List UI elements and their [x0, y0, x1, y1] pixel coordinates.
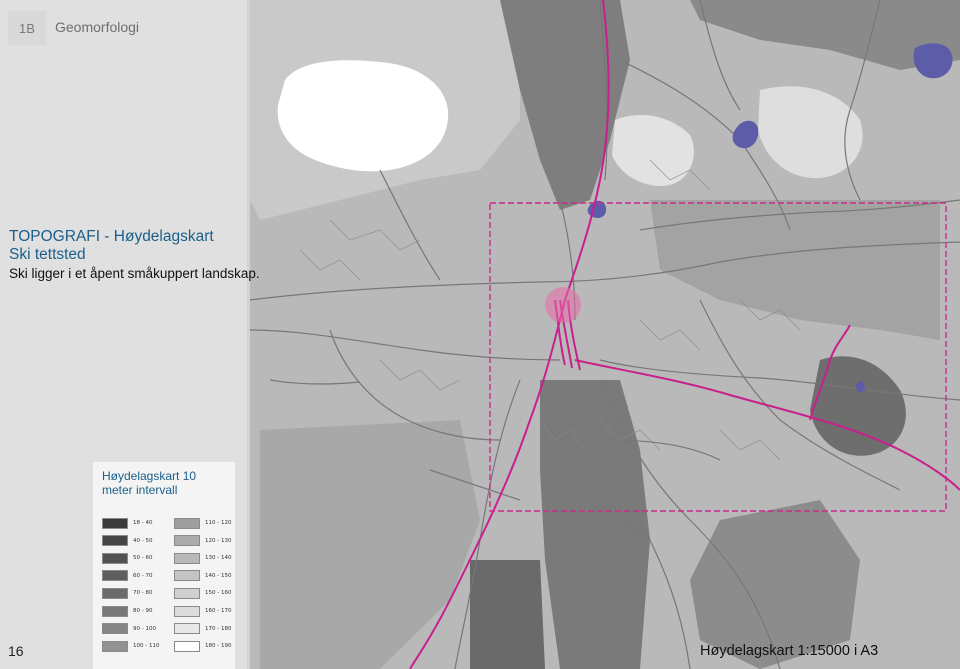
legend-swatch — [174, 623, 200, 635]
legend-label: 140 - 150 — [205, 572, 232, 579]
page-number: 16 — [8, 643, 24, 659]
legend-swatch — [102, 587, 128, 599]
legend-item: 160 - 170 — [174, 605, 231, 617]
map-scale-label: Høydelagskart 1:15000 i A3 — [700, 643, 879, 659]
legend-swatch — [174, 640, 200, 652]
legend-label: 150 - 160 — [205, 590, 232, 597]
legend-label: 50 - 60 — [133, 555, 153, 562]
legend-label: 120 - 130 — [205, 537, 232, 544]
elevation-legend: Høydelagskart 10 meter intervall 18 - 40… — [93, 462, 235, 669]
legend-label: 130 - 140 — [205, 555, 232, 562]
legend-item: 80 - 90 — [102, 605, 152, 617]
legend-swatch — [174, 587, 200, 599]
legend-swatch — [174, 535, 200, 547]
legend-label: 18 - 40 — [133, 520, 153, 526]
legend-swatch — [102, 535, 128, 547]
legend-swatch — [102, 640, 128, 652]
legend-item: 60 - 70 — [102, 570, 152, 582]
station-marker — [545, 287, 581, 323]
legend-item: 180 - 190 — [174, 640, 231, 652]
legend-item: 70 - 80 — [102, 587, 152, 599]
legend-item: 100 - 110 — [102, 640, 159, 652]
section-code-badge: 1B — [8, 11, 46, 45]
legend-swatch — [102, 623, 128, 635]
legend-swatch — [174, 517, 200, 529]
legend-label: 70 - 80 — [133, 590, 153, 597]
legend-label: 180 - 190 — [205, 643, 232, 650]
legend-item: 140 - 150 — [174, 570, 231, 582]
legend-item: 170 - 180 — [174, 623, 231, 635]
legend-swatch — [174, 552, 200, 564]
legend-item: 120 - 130 — [174, 535, 231, 547]
legend-item: 110 - 120 — [174, 517, 231, 529]
legend-item: 130 - 140 — [174, 552, 231, 564]
legend-swatch — [174, 605, 200, 617]
legend-swatch — [102, 605, 128, 617]
legend-label: 90 - 100 — [133, 625, 156, 632]
terrain-valley-southwest — [470, 560, 545, 669]
legend-label: 170 - 180 — [205, 625, 232, 632]
legend-label: 40 - 50 — [133, 537, 153, 544]
legend-swatch — [102, 552, 128, 564]
legend-item: 40 - 50 — [102, 535, 152, 547]
legend-label: 80 - 90 — [133, 608, 153, 614]
legend-label: 110 - 120 — [205, 520, 232, 526]
map-title: TOPOGRAFI - Høydelagskart — [9, 228, 214, 245]
legend-label: 160 - 170 — [205, 608, 232, 614]
legend-item: 50 - 60 — [102, 552, 152, 564]
legend-label: 100 - 110 — [133, 643, 160, 650]
legend-swatch — [102, 517, 128, 529]
legend-label: 60 - 70 — [133, 572, 153, 579]
legend-item: 150 - 160 — [174, 587, 231, 599]
section-title: Geomorfologi — [55, 19, 140, 35]
legend-swatch — [102, 570, 128, 582]
legend-title: Høydelagskart 10 meter intervall — [102, 469, 197, 497]
map-description: Ski ligger i et åpent småkuppert landska… — [9, 266, 260, 281]
legend-item: 90 - 100 — [102, 623, 156, 635]
map-subtitle: Ski tettsted — [9, 246, 86, 263]
legend-swatch — [174, 570, 200, 582]
legend-item: 18 - 40 — [102, 517, 152, 529]
